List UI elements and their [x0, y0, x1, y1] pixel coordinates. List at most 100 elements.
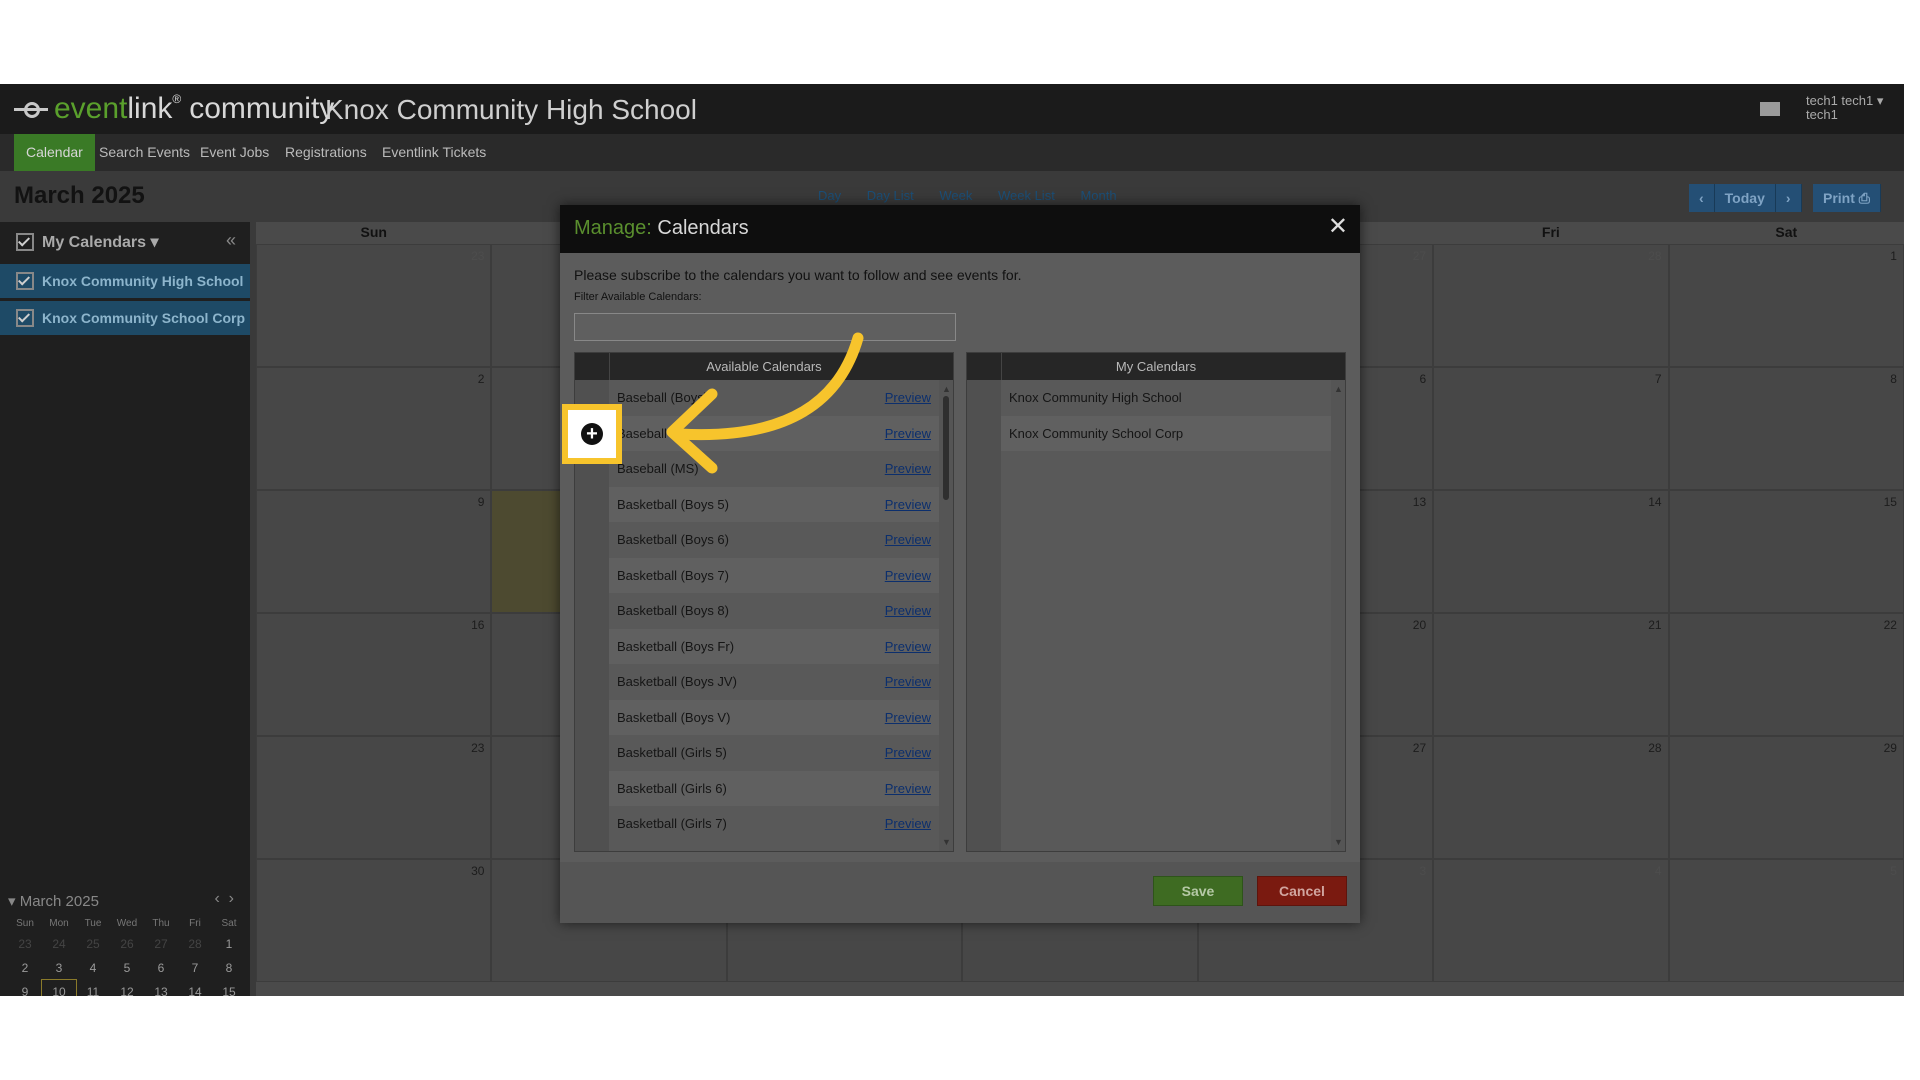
mini-day[interactable]: 6 [144, 956, 178, 980]
calendar-checkbox[interactable] [16, 272, 34, 290]
day-cell[interactable]: 8 [1668, 367, 1904, 490]
next-button[interactable]: › [1775, 184, 1802, 212]
add-calendar-icon[interactable]: + [581, 672, 601, 692]
day-cell[interactable]: 21 [1433, 613, 1669, 736]
preview-link[interactable]: Preview [885, 745, 931, 760]
add-calendar-icon[interactable]: + [581, 423, 603, 445]
mini-day[interactable]: 11 [76, 980, 110, 996]
mini-day[interactable]: 25 [76, 932, 110, 956]
scroll-up-icon[interactable]: ▲ [942, 384, 951, 394]
view-day-list[interactable]: Day List [867, 188, 914, 203]
mini-day[interactable]: 14 [178, 980, 212, 996]
calendar-checkbox[interactable] [16, 309, 34, 327]
mini-day[interactable]: 24 [42, 932, 76, 956]
cancel-button[interactable]: Cancel [1257, 876, 1347, 906]
preview-link[interactable]: Preview [885, 532, 931, 547]
eventlink-logo[interactable]: event link ® community [14, 90, 334, 128]
day-cell[interactable]: 22 [1668, 613, 1904, 736]
scroll-thumb[interactable] [943, 396, 949, 500]
add-calendar-icon[interactable]: + [581, 494, 601, 514]
view-week[interactable]: Week [939, 188, 972, 203]
sidebar-calendar-high-school[interactable]: Knox Community High School [0, 264, 250, 298]
mini-day[interactable]: 28 [178, 932, 212, 956]
remove-calendar-icon[interactable]: – [973, 423, 993, 443]
sidebar-calendar-school-corp[interactable]: Knox Community School Corp [0, 301, 250, 335]
day-cell[interactable]: 7 [1433, 367, 1669, 490]
mini-day[interactable]: 10 [41, 979, 77, 996]
preview-link[interactable]: Preview [885, 639, 931, 654]
add-calendar-icon[interactable]: + [581, 530, 601, 550]
today-button[interactable]: Today [1714, 184, 1776, 212]
mini-day[interactable]: 1 [212, 932, 246, 956]
preview-link[interactable]: Preview [885, 568, 931, 583]
mini-day[interactable]: 2 [8, 956, 42, 980]
day-cell[interactable]: 23 [256, 244, 492, 367]
mini-day[interactable]: 26 [110, 932, 144, 956]
mini-day[interactable]: 23 [8, 932, 42, 956]
scroll-down-icon[interactable]: ▼ [1334, 837, 1343, 847]
view-month[interactable]: Month [1080, 188, 1116, 203]
add-calendar-icon[interactable]: + [581, 601, 601, 621]
user-menu[interactable]: tech1 tech1 ▾ tech1 [1806, 94, 1883, 122]
add-calendar-icon[interactable]: + [581, 778, 601, 798]
view-day[interactable]: Day [818, 188, 841, 203]
nav-calendar[interactable]: Calendar [14, 134, 95, 171]
preview-link[interactable]: Preview [885, 461, 931, 476]
mini-day[interactable]: 7 [178, 956, 212, 980]
scroll-down-icon[interactable]: ▼ [942, 837, 951, 847]
prev-button[interactable]: ‹ [1689, 184, 1715, 212]
mini-day[interactable]: 12 [110, 980, 144, 996]
available-scrollbar[interactable]: ▲ ▼ [939, 380, 953, 851]
day-cell[interactable]: 9 [256, 490, 492, 613]
add-calendar-icon[interactable]: + [581, 743, 601, 763]
mini-day[interactable]: 9 [8, 980, 42, 996]
preview-link[interactable]: Preview [885, 426, 931, 441]
add-calendar-icon[interactable]: + [581, 565, 601, 585]
mini-day[interactable]: 4 [76, 956, 110, 980]
day-cell[interactable]: 28 [1433, 244, 1669, 367]
view-week-list[interactable]: Week List [998, 188, 1055, 203]
mini-day[interactable]: 27 [144, 932, 178, 956]
add-calendar-icon[interactable]: + [581, 636, 601, 656]
add-calendar-icon[interactable]: + [581, 707, 601, 727]
chevron-down-icon[interactable]: ▾ [8, 893, 16, 910]
collapse-sidebar-icon[interactable]: « [226, 230, 236, 251]
mini-day[interactable]: 15 [212, 980, 246, 996]
mini-prev-icon[interactable]: ‹ [214, 890, 219, 907]
preview-link[interactable]: Preview [885, 390, 931, 405]
day-cell[interactable]: 1 [1668, 244, 1904, 367]
day-cell[interactable]: 16 [256, 613, 492, 736]
mini-day[interactable]: 8 [212, 956, 246, 980]
day-cell[interactable]: 23 [256, 736, 492, 859]
add-calendar-icon[interactable]: + [581, 814, 601, 834]
day-cell[interactable]: 30 [256, 859, 492, 982]
mini-day[interactable]: 5 [110, 956, 144, 980]
my-calendars-checkbox[interactable] [16, 233, 34, 251]
filter-calendars-input[interactable] [574, 313, 956, 341]
preview-link[interactable]: Preview [885, 710, 931, 725]
save-button[interactable]: Save [1153, 876, 1243, 906]
day-cell[interactable]: 14 [1433, 490, 1669, 613]
day-cell[interactable]: 29 [1668, 736, 1904, 859]
mail-icon[interactable] [1760, 102, 1780, 116]
preview-link[interactable]: Preview [885, 816, 931, 831]
mini-day[interactable]: 3 [42, 956, 76, 980]
preview-link[interactable]: Preview [885, 603, 931, 618]
preview-link[interactable]: Preview [885, 781, 931, 796]
my-scrollbar[interactable]: ▲ ▼ [1331, 380, 1345, 851]
preview-link[interactable]: Preview [885, 674, 931, 689]
day-cell[interactable]: 2 [256, 367, 492, 490]
scroll-up-icon[interactable]: ▲ [1334, 384, 1343, 394]
day-cell[interactable]: 28 [1433, 736, 1669, 859]
day-cell[interactable]: 4 [1433, 859, 1669, 982]
close-icon[interactable]: ✕ [1328, 215, 1348, 239]
nav-search-events[interactable]: Search Events [87, 134, 202, 171]
nav-registrations[interactable]: Registrations [273, 134, 379, 171]
day-cell[interactable]: 15 [1668, 490, 1904, 613]
day-cell[interactable]: 5 [1668, 859, 1904, 982]
mini-day[interactable]: 13 [144, 980, 178, 996]
print-button[interactable]: Print ⎙ [1813, 184, 1881, 212]
mini-next-icon[interactable]: › [229, 890, 234, 907]
preview-link[interactable]: Preview [885, 497, 931, 512]
nav-eventlink-tickets[interactable]: Eventlink Tickets [370, 134, 498, 171]
